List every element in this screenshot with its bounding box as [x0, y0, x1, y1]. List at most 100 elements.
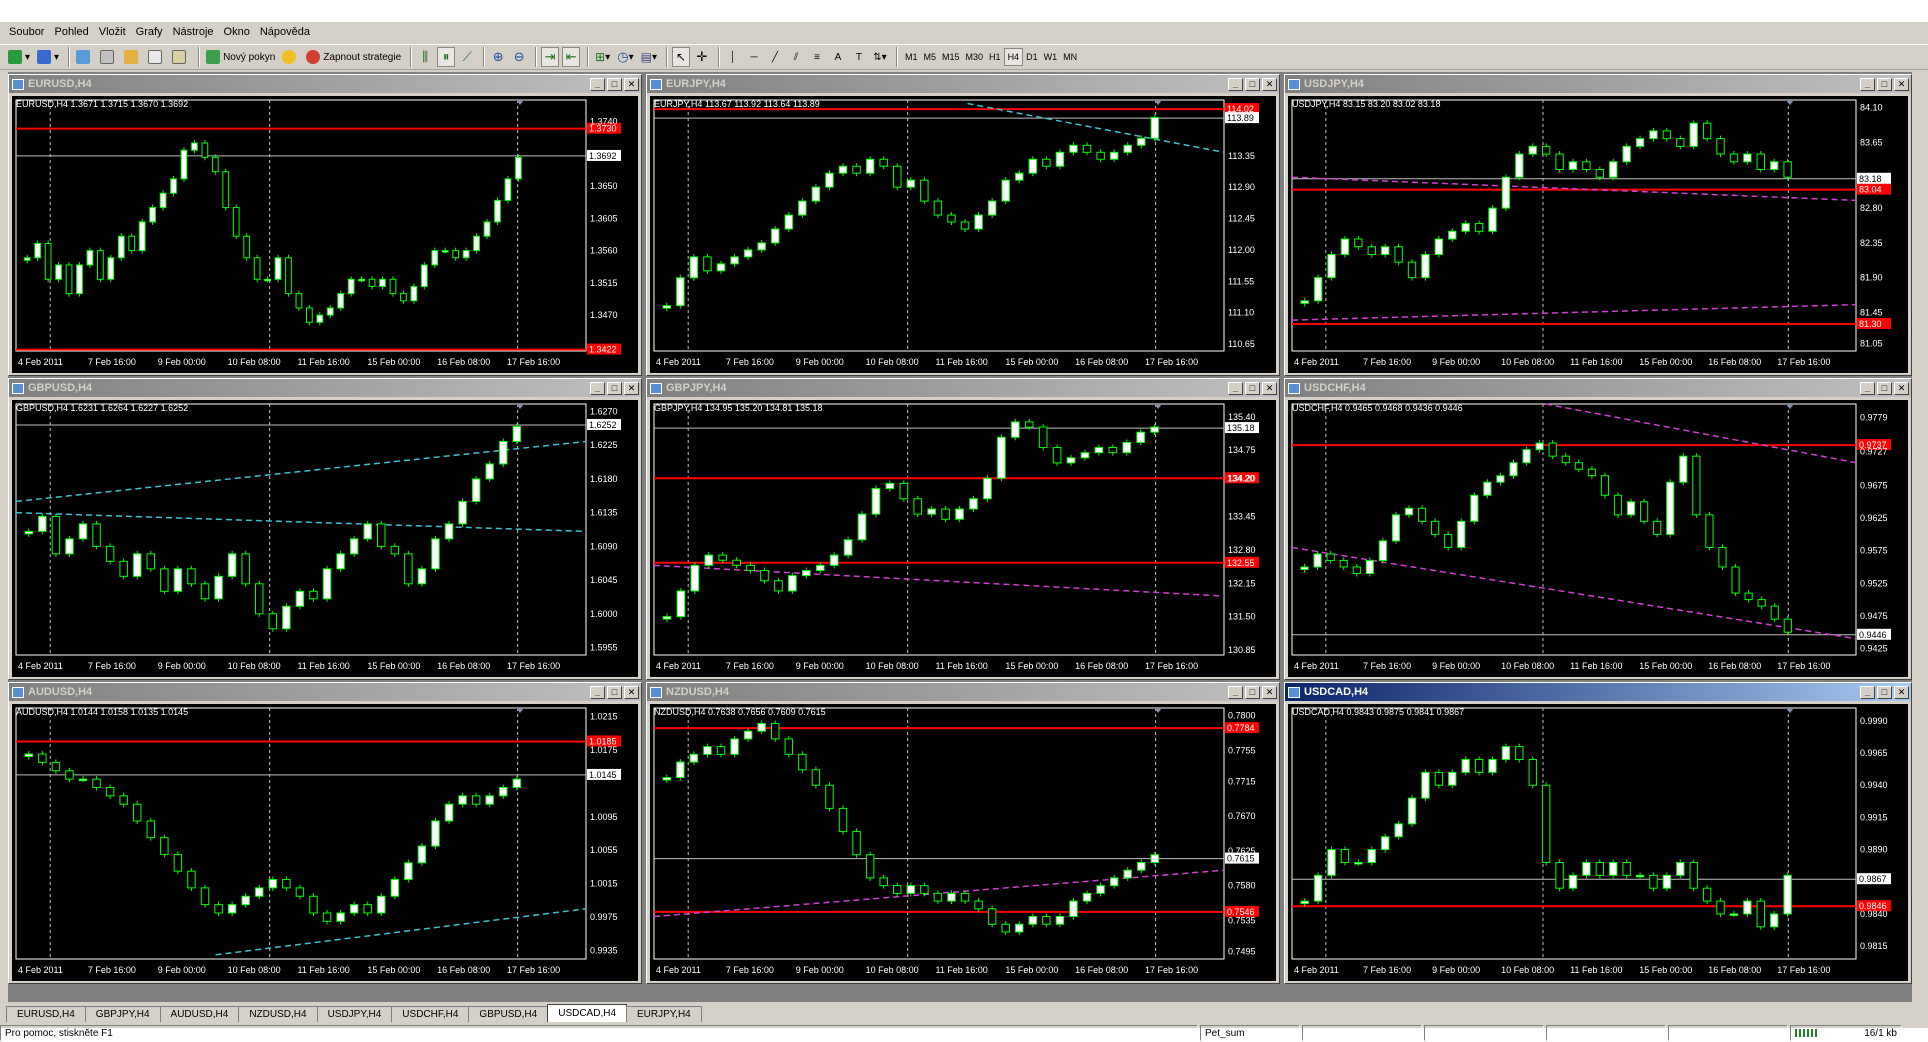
- chart-shift-marker[interactable]: [1786, 100, 1794, 105]
- maximize-button[interactable]: □: [607, 685, 622, 699]
- fibonacci-button[interactable]: ≡: [808, 47, 826, 67]
- trend-line[interactable]: [967, 102, 1225, 154]
- minimize-button[interactable]: _: [590, 685, 605, 699]
- close-button[interactable]: ✕: [1262, 381, 1277, 395]
- close-button[interactable]: ✕: [1894, 77, 1909, 91]
- menu-nastroje[interactable]: Nástroje: [173, 26, 214, 38]
- tab-audusd[interactable]: AUDUSD,H4: [159, 1006, 240, 1022]
- templates-button[interactable]: ▤ ▾: [639, 47, 659, 67]
- new-chart-button[interactable]: ▾: [6, 47, 32, 67]
- cursor-button[interactable]: ↖: [671, 47, 690, 67]
- chart-window-gbpjpy[interactable]: GBPJPY,H4 _□✕ 134.20 132.55 135.40135.18 134.…: [646, 378, 1280, 680]
- price-chart[interactable]: 114.02113.89113.35112.90112.45112.00111.…: [650, 96, 1276, 373]
- chart-title-bar[interactable]: USDJPY,H4 _ □ ✕: [1285, 75, 1911, 93]
- tf-h4[interactable]: H4: [1003, 48, 1024, 66]
- tf-m1[interactable]: M1: [902, 48, 921, 66]
- price-chart[interactable]: 0.9846 0.9990 0.9965 0.9940 0.9915 0.9890 0.98…: [1288, 704, 1908, 981]
- trend-line[interactable]: [653, 564, 1225, 597]
- chart-shift-marker[interactable]: [1786, 708, 1794, 713]
- tab-eurjpy[interactable]: EURJPY,H4: [626, 1006, 702, 1022]
- tab-nzdusd[interactable]: NZDUSD,H4: [238, 1006, 318, 1022]
- price-chart[interactable]: 134.20132.55135.40135.18134.75134.20133.…: [650, 400, 1276, 677]
- price-chart[interactable]: 83.04 81.30 84.10 83.65 83.18 82.80 82.35 81.90…: [1288, 96, 1908, 373]
- maximize-button[interactable]: □: [1877, 381, 1892, 395]
- maximize-button[interactable]: □: [607, 77, 622, 91]
- tf-d1[interactable]: D1: [1023, 48, 1041, 66]
- chart-title-bar[interactable]: EURUSD,H4 _ □ ✕: [9, 75, 641, 93]
- chart-window-gbpusd[interactable]: GBPUSD,H4 _ □ ✕ 1.6270 1.6225 1.6180 1.6135 1.60…: [8, 378, 642, 680]
- close-button[interactable]: ✕: [624, 685, 639, 699]
- horizontal-line-button[interactable]: ─: [745, 47, 763, 67]
- chart-title-bar[interactable]: USDCHF,H4 _ □ ✕: [1285, 379, 1911, 397]
- start-strategies-button[interactable]: Zapnout strategie: [304, 47, 403, 67]
- chart-window-usdjpy[interactable]: USDJPY,H4 _□✕ 83.04 81.30 84.10 83.65 83.18 82.…: [1284, 74, 1912, 376]
- market-watch-button[interactable]: [74, 47, 95, 67]
- label-button[interactable]: T: [850, 47, 868, 67]
- minimize-button[interactable]: _: [1860, 685, 1875, 699]
- tab-gbpjpy[interactable]: GBPJPY,H4: [84, 1006, 161, 1022]
- close-button[interactable]: ✕: [1262, 685, 1277, 699]
- chart-title-bar[interactable]: NZDUSD,H4 _ □ ✕: [647, 683, 1279, 701]
- price-chart[interactable]: 1.01851.02151.01751.01451.00951.00551.00…: [12, 704, 638, 981]
- data-window-button[interactable]: [122, 47, 143, 67]
- chart-title-bar[interactable]: GBPUSD,H4 _ □ ✕: [9, 379, 641, 397]
- minimize-button[interactable]: _: [590, 381, 605, 395]
- close-button[interactable]: ✕: [1894, 381, 1909, 395]
- tf-h1[interactable]: H1: [986, 48, 1004, 66]
- close-button[interactable]: ✕: [624, 381, 639, 395]
- arrows-button[interactable]: ⇅ ▾: [871, 47, 889, 67]
- minimize-button[interactable]: _: [1228, 685, 1243, 699]
- close-button[interactable]: ✕: [1262, 77, 1277, 91]
- trendline-button[interactable]: ╱: [766, 47, 784, 67]
- chart-window-audusd[interactable]: AUDUSD,H4_□✕ 1.01851.02151.01751.01451.00…: [8, 682, 642, 984]
- tab-usdjpy[interactable]: USDJPY,H4: [316, 1006, 393, 1022]
- chart-title-bar[interactable]: USDCAD,H4 _ □ ✕: [1285, 683, 1911, 701]
- price-chart[interactable]: 0.7784 0.7546 0.7800 0.7755 0.7715 0.7670 0.76…: [650, 704, 1276, 981]
- trend-line[interactable]: [215, 908, 587, 956]
- candle-chart-button[interactable]: ⏸: [437, 47, 456, 67]
- tester-button[interactable]: [170, 47, 191, 67]
- maximize-button[interactable]: □: [1877, 77, 1892, 91]
- close-button[interactable]: ✕: [1894, 685, 1909, 699]
- channel-button[interactable]: ⫽: [787, 47, 805, 67]
- menu-vlozit[interactable]: Vložit: [99, 26, 126, 38]
- minimize-button[interactable]: _: [590, 77, 605, 91]
- trend-line[interactable]: [1545, 403, 1857, 464]
- tf-w1[interactable]: W1: [1041, 48, 1061, 66]
- menu-grafy[interactable]: Grafy: [136, 26, 163, 38]
- tab-gbpusd[interactable]: GBPUSD,H4: [468, 1006, 549, 1022]
- tab-usdchf[interactable]: USDCHF,H4: [391, 1006, 470, 1022]
- menu-soubor[interactable]: Soubor: [9, 26, 44, 38]
- vertical-line-button[interactable]: │: [724, 47, 742, 67]
- close-button[interactable]: ✕: [624, 77, 639, 91]
- chart-shift-marker[interactable]: [1786, 404, 1794, 409]
- navigator-button[interactable]: [98, 47, 119, 67]
- maximize-button[interactable]: □: [1245, 77, 1260, 91]
- menu-napoveda[interactable]: Nápověda: [260, 26, 310, 38]
- chart-title-bar[interactable]: AUDUSD,H4 _ □ ✕: [9, 683, 641, 701]
- tf-m15[interactable]: M15: [939, 48, 963, 66]
- chart-window-eurjpy[interactable]: EURJPY,H4_□✕114.02113.89113.35112.90112.…: [646, 74, 1280, 376]
- bar-chart-button[interactable]: ⫼: [416, 47, 434, 67]
- price-chart[interactable]: 0.9737 0.9779 0.9727 0.9675 0.9625 0.9575 0.95…: [1288, 400, 1908, 677]
- tf-mn[interactable]: MN: [1060, 48, 1080, 66]
- maximize-button[interactable]: □: [607, 381, 622, 395]
- new-order-button[interactable]: Nový pokyn: [204, 47, 277, 67]
- zoom-out-button[interactable]: ⊖: [510, 47, 528, 67]
- menu-okno[interactable]: Okno: [224, 26, 250, 38]
- autoscroll-button[interactable]: ⇥: [541, 47, 560, 67]
- tf-m5[interactable]: M5: [921, 48, 940, 66]
- text-button[interactable]: A: [829, 47, 847, 67]
- minimize-button[interactable]: _: [1228, 77, 1243, 91]
- tab-usdcad[interactable]: USDCAD,H4: [547, 1004, 628, 1022]
- zoom-in-button[interactable]: ⊕: [489, 47, 507, 67]
- price-chart[interactable]: 1.37301.34221.37401.36951.36501.36051.35…: [12, 96, 638, 373]
- minimize-button[interactable]: _: [1860, 77, 1875, 91]
- chart-title-bar[interactable]: GBPJPY,H4 _ □ ✕: [647, 379, 1279, 397]
- maximize-button[interactable]: □: [1245, 381, 1260, 395]
- terminal-button[interactable]: [146, 47, 167, 67]
- chart-window-nzdusd[interactable]: NZDUSD,H4 _ □ ✕ 0.7784 0.7546 0.7800 0.7755 0.77…: [646, 682, 1280, 984]
- maximize-button[interactable]: □: [1877, 685, 1892, 699]
- trend-line[interactable]: [1291, 303, 1857, 321]
- profiles-button[interactable]: ▾: [35, 47, 61, 67]
